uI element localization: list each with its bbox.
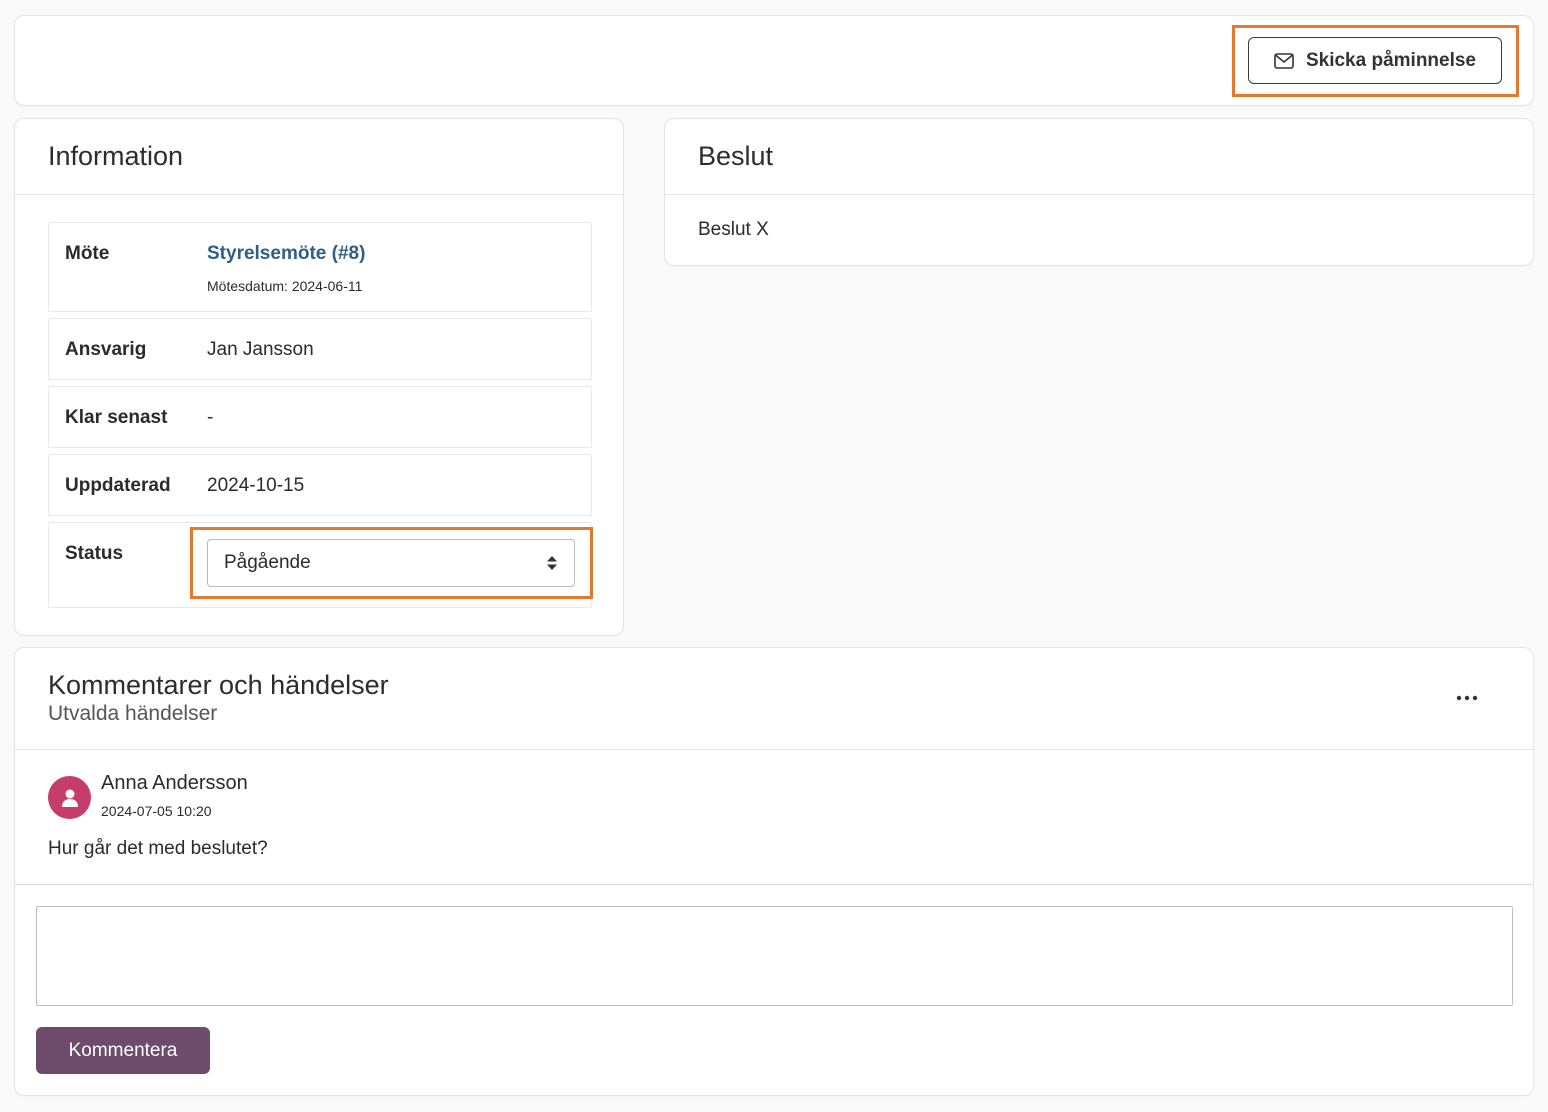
status-select[interactable]: Pågående xyxy=(207,539,575,587)
info-row-due: Klar senast - xyxy=(48,386,592,448)
divider xyxy=(15,749,1533,750)
info-row-responsible: Ansvarig Jan Jansson xyxy=(48,318,592,380)
meeting-label: Möte xyxy=(65,243,110,264)
avatar xyxy=(48,776,91,819)
comments-title: Kommentarer och händelser xyxy=(48,670,389,700)
updated-label: Uppdaterad xyxy=(65,475,171,496)
comment-input[interactable] xyxy=(36,906,1513,1006)
divider xyxy=(665,194,1533,195)
comment-submit-button[interactable]: Kommentera xyxy=(36,1027,210,1074)
comment-author: Anna Andersson xyxy=(101,772,248,794)
decision-text: Beslut X xyxy=(698,219,769,240)
comments-subtitle: Utvalda händelser xyxy=(48,702,218,725)
responsible-value: Jan Jansson xyxy=(207,339,314,360)
send-reminder-label: Skicka påminnelse xyxy=(1305,49,1477,71)
information-card: Information Möte Styrelsemöte (#8) Mötes… xyxy=(14,118,624,636)
sort-caret-icon xyxy=(547,556,557,570)
meeting-link[interactable]: Styrelsemöte (#8) xyxy=(207,243,365,265)
user-icon xyxy=(61,789,78,807)
comment-timestamp: 2024-07-05 10:20 xyxy=(101,803,212,819)
info-row-meeting: Möte Styrelsemöte (#8) Mötesdatum: 2024-… xyxy=(48,222,592,312)
send-reminder-button[interactable]: Skicka påminnelse xyxy=(1248,37,1502,84)
updated-value: 2024-10-15 xyxy=(207,475,305,496)
decision-title: Beslut xyxy=(698,141,774,171)
status-selected-value: Pågående xyxy=(224,552,311,573)
envelope-icon xyxy=(1274,52,1294,69)
meeting-date: Mötesdatum: 2024-06-11 xyxy=(207,278,363,294)
status-label: Status xyxy=(65,543,124,564)
comments-card: Kommentarer och händelser Utvalda händel… xyxy=(14,647,1534,1096)
more-options-icon[interactable] xyxy=(1455,694,1479,702)
divider xyxy=(15,884,1533,885)
responsible-label: Ansvarig xyxy=(65,339,147,360)
comment-text: Hur går det med beslutet? xyxy=(48,838,268,859)
decision-card: Beslut Beslut X xyxy=(664,118,1534,266)
information-title: Information xyxy=(48,141,184,171)
info-row-updated: Uppdaterad 2024-10-15 xyxy=(48,454,592,516)
due-value: - xyxy=(207,407,214,428)
divider xyxy=(15,194,623,195)
due-label: Klar senast xyxy=(65,407,168,428)
action-toolbar: Skicka påminnelse xyxy=(14,15,1534,106)
